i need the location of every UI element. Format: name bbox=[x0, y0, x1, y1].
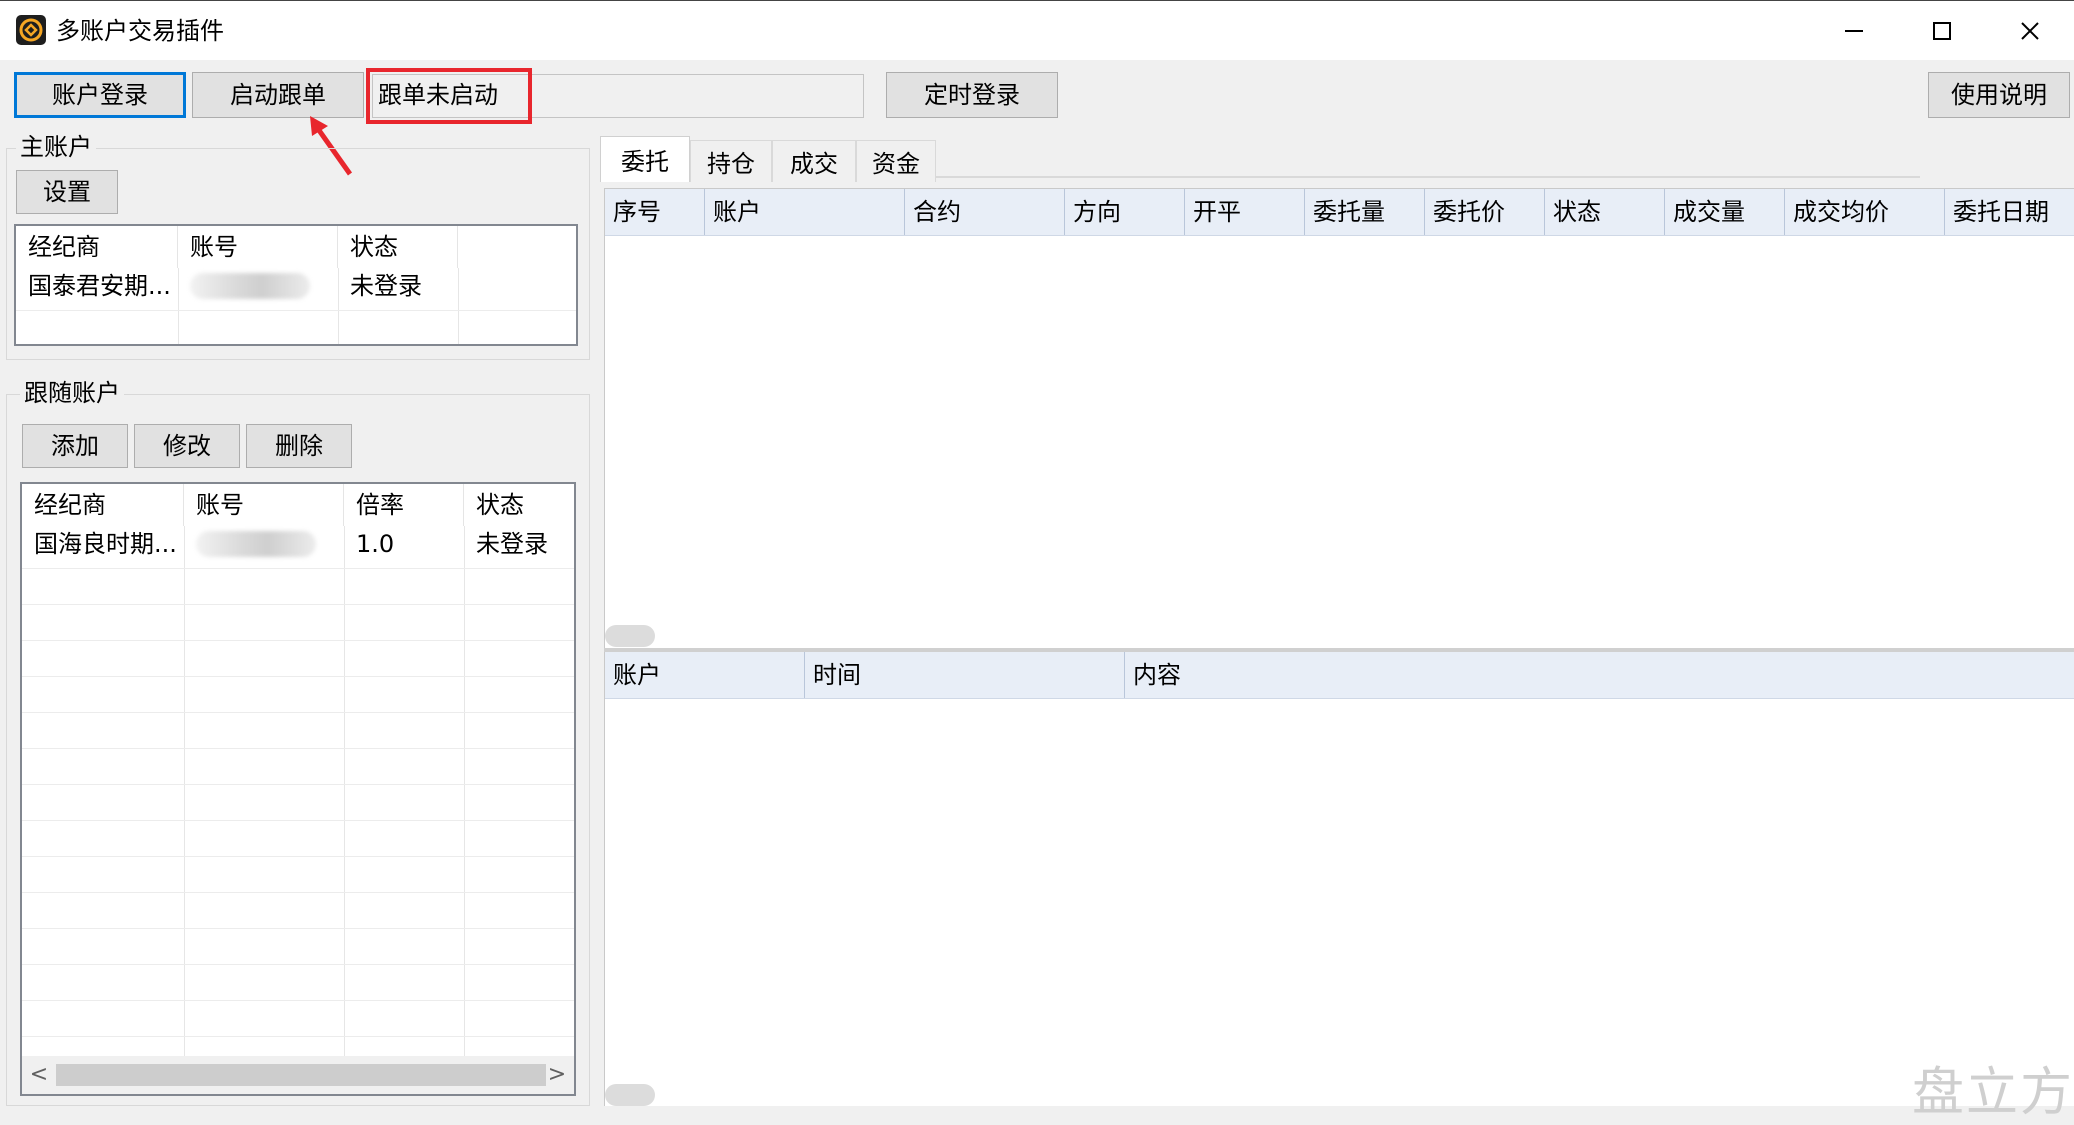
column-header-open-close[interactable]: 开平 bbox=[1185, 189, 1305, 235]
orders-grid[interactable]: 序号 账户 合约 方向 开平 委托量 委托价 状态 成交量 成交均价 委托日期 bbox=[604, 188, 2074, 648]
account-cell-redacted bbox=[178, 268, 338, 304]
log-grid[interactable]: 账户 时间 内容 bbox=[604, 652, 2074, 1106]
column-header-order-date[interactable]: 委托日期 bbox=[1945, 189, 2074, 235]
follow-account-list-header: 经纪商 账号 倍率 状态 bbox=[22, 484, 574, 526]
column-header-ratio[interactable]: 倍率 bbox=[344, 484, 464, 526]
column-header-avg-fill-price[interactable]: 成交均价 bbox=[1785, 189, 1945, 235]
column-header-order-price[interactable]: 委托价 bbox=[1425, 189, 1545, 235]
app-logo-icon bbox=[16, 15, 46, 45]
column-header-account[interactable]: 账户 bbox=[605, 652, 805, 698]
watermark: 盘立方 bbox=[1911, 1063, 2074, 1123]
account-login-button[interactable]: 账户登录 bbox=[14, 72, 186, 118]
account-cell-redacted bbox=[184, 526, 344, 562]
add-follow-account-button[interactable]: 添加 bbox=[22, 424, 128, 468]
column-header-time[interactable]: 时间 bbox=[805, 652, 1125, 698]
help-button[interactable]: 使用说明 bbox=[1928, 72, 2070, 118]
list-item[interactable]: 国海良时期... 1.0 未登录 bbox=[22, 526, 574, 562]
edit-follow-account-button[interactable]: 修改 bbox=[134, 424, 240, 468]
highlight-annotation-box bbox=[366, 68, 532, 124]
close-icon bbox=[2021, 22, 2039, 40]
maximize-button[interactable] bbox=[1898, 1, 1986, 61]
column-header-direction[interactable]: 方向 bbox=[1065, 189, 1185, 235]
ratio-cell: 1.0 bbox=[356, 530, 395, 558]
list-item[interactable]: 国泰君安期... 未登录 bbox=[16, 268, 458, 304]
tab-funds[interactable]: 资金 bbox=[856, 140, 936, 182]
close-button[interactable] bbox=[1986, 1, 2074, 61]
redacted-account-blur bbox=[196, 531, 316, 557]
tab-trades[interactable]: 成交 bbox=[772, 140, 856, 182]
column-header-account[interactable]: 账户 bbox=[705, 189, 905, 235]
tab-positions[interactable]: 持仓 bbox=[690, 140, 772, 182]
main-account-list-header: 经纪商 账号 状态 bbox=[16, 226, 458, 268]
main-account-settings-button[interactable]: 设置 bbox=[16, 170, 118, 214]
main-account-group-title: 主账户 bbox=[16, 132, 96, 162]
title-bar: 多账户交易插件 bbox=[0, 0, 2074, 60]
tab-orders[interactable]: 委托 bbox=[600, 136, 690, 182]
delete-follow-account-button[interactable]: 删除 bbox=[246, 424, 352, 468]
follow-account-group-title: 跟随账户 bbox=[20, 378, 124, 408]
column-header-status[interactable]: 状态 bbox=[464, 484, 574, 526]
orders-grid-header: 序号 账户 合约 方向 开平 委托量 委托价 状态 成交量 成交均价 委托日期 bbox=[605, 189, 2074, 236]
orders-grid-scroll-thumb[interactable] bbox=[605, 625, 655, 647]
window-title: 多账户交易插件 bbox=[56, 17, 224, 45]
scroll-right-arrow-icon[interactable]: > bbox=[544, 1062, 570, 1088]
column-header-account[interactable]: 账号 bbox=[184, 484, 344, 526]
status-cell: 未登录 bbox=[476, 530, 548, 558]
column-header-status[interactable]: 状态 bbox=[338, 226, 458, 268]
status-cell: 未登录 bbox=[350, 272, 422, 300]
column-header-contract[interactable]: 合约 bbox=[905, 189, 1065, 235]
minimize-button[interactable] bbox=[1810, 1, 1898, 61]
timed-login-button[interactable]: 定时登录 bbox=[886, 72, 1058, 118]
broker-cell: 国泰君安期... bbox=[28, 272, 171, 300]
redacted-account-blur bbox=[190, 273, 310, 299]
log-grid-header: 账户 时间 内容 bbox=[605, 652, 2074, 699]
log-grid-scroll-thumb[interactable] bbox=[605, 1084, 655, 1106]
follow-account-list[interactable]: 经纪商 账号 倍率 状态 国海良时期... 1.0 未登录 < > bbox=[20, 482, 576, 1096]
column-header-seq[interactable]: 序号 bbox=[605, 189, 705, 235]
column-header-order-qty[interactable]: 委托量 bbox=[1305, 189, 1425, 235]
column-header-account[interactable]: 账号 bbox=[178, 226, 338, 268]
horizontal-scrollbar[interactable]: < > bbox=[22, 1056, 574, 1094]
broker-cell: 国海良时期... bbox=[34, 530, 177, 558]
maximize-icon bbox=[1933, 22, 1951, 40]
scroll-left-arrow-icon[interactable]: < bbox=[26, 1062, 52, 1088]
column-header-broker[interactable]: 经纪商 bbox=[16, 226, 178, 268]
column-header-filled-qty[interactable]: 成交量 bbox=[1665, 189, 1785, 235]
main-account-list[interactable]: 经纪商 账号 状态 国泰君安期... 未登录 bbox=[14, 224, 578, 346]
minimize-icon bbox=[1845, 30, 1863, 32]
column-header-status[interactable]: 状态 bbox=[1545, 189, 1665, 235]
column-header-content[interactable]: 内容 bbox=[1125, 652, 2074, 698]
column-header-broker[interactable]: 经纪商 bbox=[22, 484, 184, 526]
scroll-thumb[interactable] bbox=[56, 1064, 546, 1086]
